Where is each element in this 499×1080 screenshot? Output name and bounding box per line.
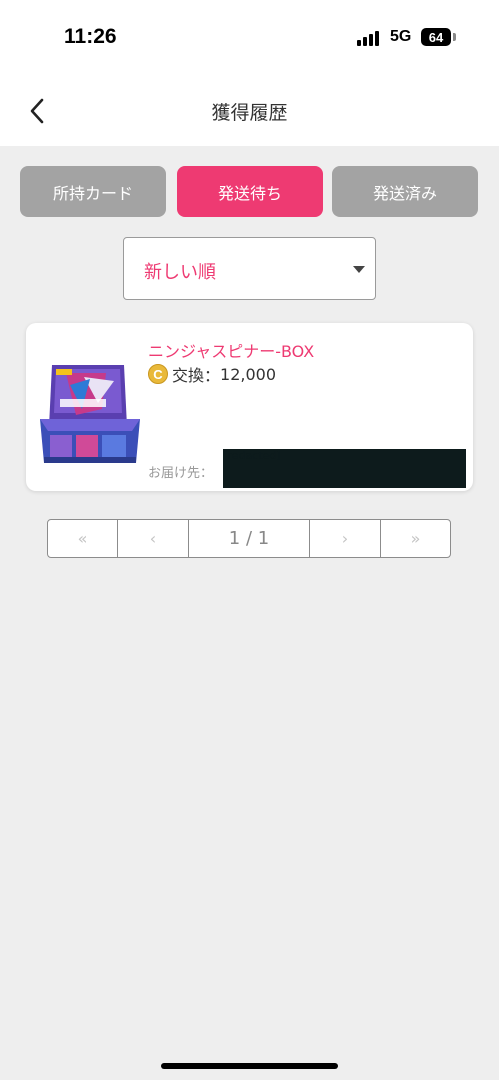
product-name[interactable]: ニンジャスピナー-BOX <box>148 338 314 362</box>
status-time: 11:26 <box>64 25 117 48</box>
status-bar: 11:26 5G 64 <box>0 0 499 76</box>
tab-awaiting-shipment[interactable]: 発送待ち <box>177 166 323 217</box>
tab-shipped[interactable]: 発送済み <box>332 166 478 217</box>
caret-down-icon <box>353 266 365 273</box>
price-label: 交換： <box>172 366 221 385</box>
first-page-button[interactable]: « <box>48 520 118 557</box>
prev-page-button[interactable]: ‹ <box>118 520 189 557</box>
tab-bar: 所持カード 発送待ち 発送済み <box>20 166 478 217</box>
last-page-button[interactable]: » <box>381 520 450 557</box>
pagination: « ‹ 1 / 1 › » <box>47 519 451 558</box>
tab-owned-cards[interactable]: 所持カード <box>20 166 166 217</box>
battery-icon: 64 <box>421 28 451 46</box>
battery-cap <box>453 33 456 41</box>
sort-selected-value: 新しい順 <box>144 262 216 283</box>
home-indicator <box>161 1063 338 1069</box>
item-card: ニンジャスピナー-BOX C 交換： 12,000 お届け先： [redacte… <box>26 323 473 491</box>
product-image <box>40 365 140 463</box>
shipping-address-redacted: [redacted] <box>223 449 466 488</box>
sort-select[interactable]: 新しい順 <box>123 237 376 300</box>
network-label: 5G <box>390 28 412 45</box>
price-row: C 交換： 12,000 <box>148 363 276 385</box>
signal-icon <box>357 30 383 46</box>
current-page-indicator: 1 / 1 <box>189 520 310 557</box>
shipping-address-label: お届け先： <box>148 466 214 481</box>
page-title: 獲得履歴 <box>211 102 288 124</box>
coin-icon: C <box>148 364 168 384</box>
battery-level: 64 <box>428 29 444 45</box>
price-value: 12,000 <box>220 364 276 384</box>
header: 獲得履歴 <box>0 76 499 146</box>
next-page-button[interactable]: › <box>310 520 381 557</box>
